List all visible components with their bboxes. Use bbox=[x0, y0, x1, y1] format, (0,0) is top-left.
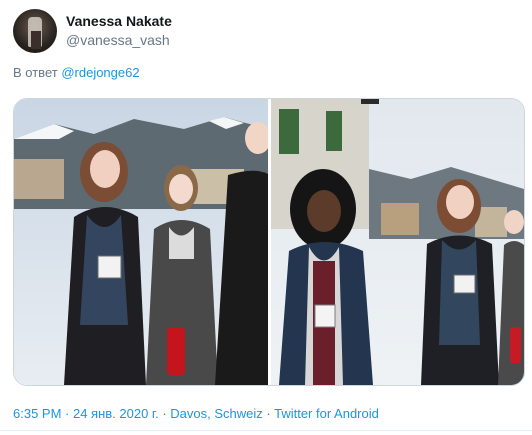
location-link[interactable]: Davos, Schweiz bbox=[170, 406, 262, 421]
left-photo-image bbox=[14, 99, 268, 385]
reply-context: В ответ @rdejonge62 bbox=[13, 65, 140, 80]
reply-prefix: В ответ bbox=[13, 65, 58, 80]
left-photo[interactable] bbox=[14, 99, 268, 385]
avatar-figure-shadow bbox=[31, 31, 41, 49]
source-link[interactable]: Twitter for Android bbox=[274, 406, 379, 421]
tweet-time: 6:35 PM bbox=[13, 406, 62, 421]
tweet-date: 24 янв. 2020 г. bbox=[72, 406, 159, 421]
reply-to-link[interactable]: @rdejonge62 bbox=[61, 65, 139, 80]
right-photo-image bbox=[271, 99, 524, 385]
display-name[interactable]: Vanessa Nakate bbox=[66, 13, 172, 29]
avatar[interactable] bbox=[13, 9, 57, 53]
user-handle[interactable]: @vanessa_vash bbox=[66, 32, 170, 48]
media-grid bbox=[13, 98, 525, 386]
tweet-time-link[interactable]: 6:35 PM · 24 янв. 2020 г. bbox=[13, 406, 162, 421]
right-photo[interactable] bbox=[271, 99, 524, 385]
meta-separator: · bbox=[262, 406, 275, 421]
tweet-meta: 6:35 PM · 24 янв. 2020 г. · Davos, Schwe… bbox=[13, 406, 379, 421]
divider bbox=[0, 430, 532, 431]
meta-separator: · bbox=[61, 406, 73, 421]
